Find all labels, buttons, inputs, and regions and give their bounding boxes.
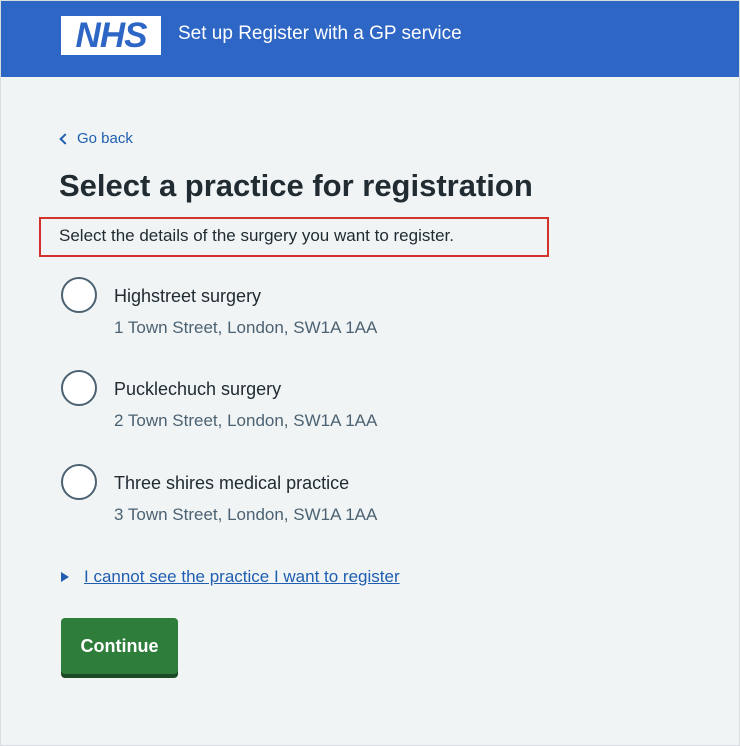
page-frame: NHS Set up Register with a GP service Go… [0,0,740,746]
cannot-see-practice-link[interactable]: I cannot see the practice I want to regi… [84,566,400,588]
triangle-right-icon [61,572,69,582]
practice-address: 1 Town Street, London, SW1A 1AA [114,318,378,337]
practice-name[interactable]: Three shires medical practice [114,472,349,494]
radio-button[interactable] [61,277,97,313]
nhs-logo[interactable]: NHS [61,16,161,55]
practice-option[interactable]: Highstreet surgery 1 Town Street, London… [61,277,561,349]
nhs-logo-text: NHS [75,16,148,55]
go-back-label: Go back [77,130,133,147]
continue-button[interactable]: Continue [61,618,178,674]
service-name[interactable]: Set up Register with a GP service [178,22,462,46]
practice-name[interactable]: Highstreet surgery [114,285,261,307]
hint-text: Select the details of the surgery you wa… [59,226,454,245]
radio-button[interactable] [61,370,97,406]
site-header: NHS Set up Register with a GP service [1,1,739,77]
cannot-see-practice-details[interactable]: I cannot see the practice I want to regi… [61,566,400,588]
radio-button[interactable] [61,464,97,500]
practice-option[interactable]: Three shires medical practice 3 Town Str… [61,464,561,536]
chevron-left-icon [59,133,71,145]
practice-name[interactable]: Pucklechuch surgery [114,378,281,400]
page-title: Select a practice for registration [59,168,533,203]
go-back-link[interactable]: Go back [59,129,133,149]
practice-address: 3 Town Street, London, SW1A 1AA [114,505,378,524]
practice-option[interactable]: Pucklechuch surgery 2 Town Street, Londo… [61,370,561,442]
practice-address: 2 Town Street, London, SW1A 1AA [114,411,378,430]
